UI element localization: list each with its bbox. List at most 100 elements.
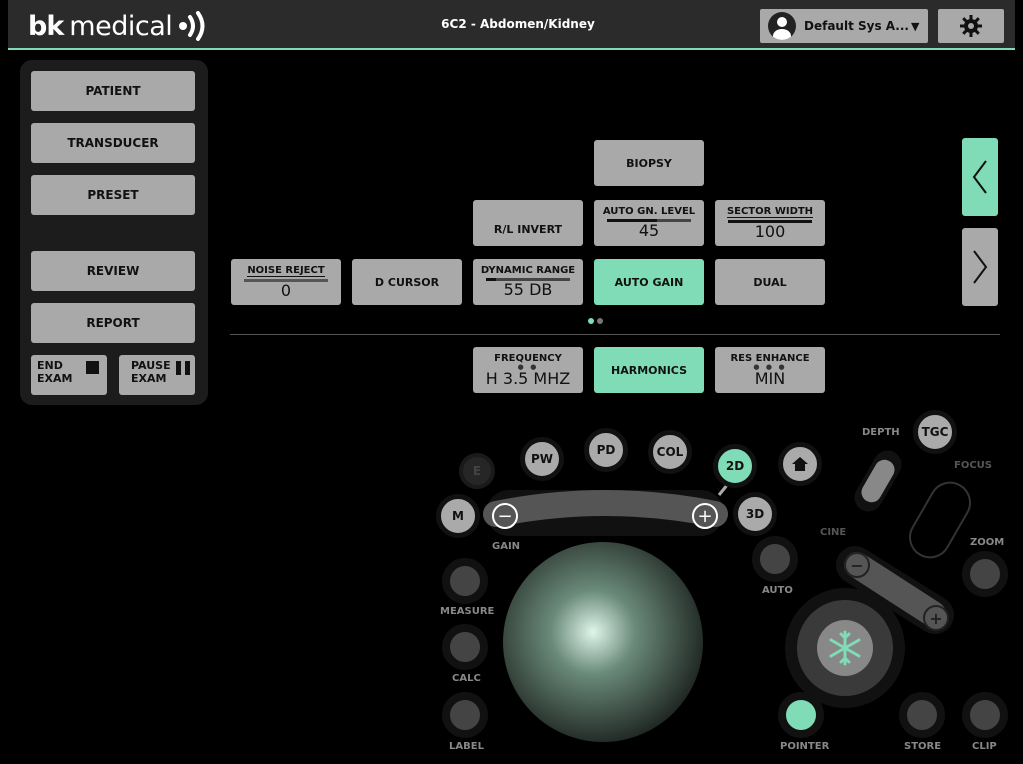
measure-button[interactable]: [442, 558, 488, 604]
rl-invert-label: R/L INVERT: [493, 222, 563, 236]
harmonics-label: HARMONICS: [611, 363, 687, 377]
pointer-button[interactable]: [778, 692, 824, 738]
zoom-label: ZOOM: [970, 537, 1005, 548]
gain-label: GAIN: [492, 541, 521, 552]
zoom-button[interactable]: [962, 551, 1008, 597]
noise-reject-bar: [244, 278, 328, 282]
clip-button[interactable]: [962, 692, 1008, 738]
main-panel: BIOPSY R/L INVERT AUTO GN. LEVEL 45 SECT…: [218, 60, 1013, 405]
biopsy-button[interactable]: BIOPSY: [594, 140, 704, 186]
calc-label: CALC: [452, 673, 481, 684]
user-avatar-icon: [768, 12, 796, 40]
e-button[interactable]: E: [459, 453, 495, 489]
auto-gain-label: AUTO GAIN: [614, 275, 684, 289]
sector-width-label: SECTOR WIDTH: [726, 205, 814, 218]
auto-gain-level-fill: [607, 219, 658, 222]
focus-control[interactable]: [925, 485, 959, 555]
res-enhance-label: RES ENHANCE: [730, 352, 810, 364]
dynamic-range-fill: [486, 278, 497, 281]
pw-button[interactable]: PW: [520, 437, 564, 481]
cine-label: CINE: [820, 527, 847, 538]
control-surface: E PW PD COL 2D M 3D TGC − + − + DEPTH FO…: [0, 410, 1023, 764]
chevron-right-icon: [973, 250, 988, 284]
cine-slider[interactable]: [852, 558, 942, 620]
noise-reject-control[interactable]: NOISE REJECT 0: [231, 259, 341, 305]
dual-button[interactable]: DUAL: [715, 259, 825, 305]
sector-width-bar: [728, 219, 812, 223]
sound-waves-icon: [179, 11, 205, 41]
m-button[interactable]: M: [436, 494, 480, 538]
auto-gain-level-bar: [607, 219, 691, 222]
chevron-left-icon: [972, 160, 987, 194]
pointer-label: POINTER: [780, 741, 830, 752]
d-cursor-label: D CURSOR: [374, 275, 440, 289]
clip-label: CLIP: [972, 741, 997, 752]
snowflake-icon: [829, 630, 861, 666]
d-cursor-button[interactable]: D CURSOR: [352, 259, 462, 305]
noise-reject-label: NOISE REJECT: [247, 264, 325, 277]
depth-label: DEPTH: [862, 427, 900, 438]
focus-label: FOCUS: [954, 460, 992, 471]
store-button[interactable]: [899, 692, 945, 738]
gain-minus-button[interactable]: −: [492, 503, 518, 529]
review-button[interactable]: REVIEW: [31, 251, 195, 291]
harmonics-button[interactable]: HARMONICS: [594, 347, 704, 393]
pause-icon: [176, 361, 190, 375]
divider: [230, 334, 1000, 335]
dynamic-range-label: DYNAMIC RANGE: [480, 265, 576, 276]
2d-button[interactable]: 2D: [713, 444, 757, 488]
gain-plus-button[interactable]: +: [692, 503, 718, 529]
frequency-label: FREQUENCY: [494, 352, 562, 364]
res-enhance-control[interactable]: RES ENHANCE ● ● ● MIN: [715, 347, 825, 393]
biopsy-label: BIOPSY: [626, 156, 672, 170]
trackball[interactable]: [501, 540, 705, 744]
res-enhance-value: MIN: [754, 368, 786, 388]
brand-logo: bk medical: [28, 9, 212, 43]
gear-icon: [960, 15, 982, 37]
user-menu[interactable]: Default Sys A... ▼: [760, 9, 928, 43]
calc-button[interactable]: [442, 624, 488, 670]
auto-gain-button[interactable]: AUTO GAIN: [594, 259, 704, 305]
auto-gain-level-label: AUTO GN. LEVEL: [602, 206, 696, 217]
sector-width-value: 100: [754, 221, 786, 241]
page-indicator-active[interactable]: [588, 318, 594, 324]
home-button[interactable]: [778, 442, 822, 486]
stop-icon: [86, 361, 99, 374]
page-title: 6C2 - Abdomen/Kidney: [441, 17, 595, 31]
next-page-button[interactable]: [962, 228, 998, 306]
frequency-control[interactable]: FREQUENCY ● ● H 3.5 MHZ: [473, 347, 583, 393]
left-panel: PATIENT TRANSDUCER PRESET REVIEW REPORT …: [20, 60, 208, 405]
pause-exam-button[interactable]: PAUSE EXAM: [119, 355, 195, 395]
auto-button[interactable]: [752, 536, 798, 582]
dynamic-range-value: 55 DB: [503, 280, 553, 299]
measure-label: MEASURE: [440, 606, 495, 617]
preset-button[interactable]: PRESET: [31, 175, 195, 215]
user-name: Default Sys A...: [804, 19, 909, 33]
rl-invert-button[interactable]: R/L INVERT: [473, 200, 583, 246]
dynamic-range-bar: [486, 278, 570, 281]
store-label: STORE: [904, 741, 942, 752]
depth-control[interactable]: [861, 456, 901, 510]
col-button[interactable]: COL: [648, 430, 692, 474]
pd-button[interactable]: PD: [584, 428, 628, 472]
prev-page-button[interactable]: [962, 138, 998, 216]
label-button[interactable]: [442, 692, 488, 738]
patient-button[interactable]: PATIENT: [31, 71, 195, 111]
freeze-button[interactable]: [817, 620, 873, 676]
report-button[interactable]: REPORT: [31, 303, 195, 343]
auto-gain-level-control[interactable]: AUTO GN. LEVEL 45: [594, 200, 704, 246]
dual-label: DUAL: [753, 275, 787, 289]
transducer-button[interactable]: TRANSDUCER: [31, 123, 195, 163]
page-indicator[interactable]: [597, 318, 603, 324]
3d-button[interactable]: 3D: [733, 492, 777, 536]
tgc-button[interactable]: TGC: [913, 410, 957, 454]
dynamic-range-control[interactable]: DYNAMIC RANGE 55 DB: [473, 259, 583, 305]
auto-gain-level-value: 45: [638, 221, 660, 240]
end-exam-button[interactable]: END EXAM: [31, 355, 107, 395]
sector-width-control[interactable]: SECTOR WIDTH 100: [715, 200, 825, 246]
noise-reject-value: 0: [280, 280, 292, 300]
settings-button[interactable]: [938, 9, 1004, 43]
brand-medical: medical: [69, 10, 173, 42]
label-label: LABEL: [449, 741, 484, 752]
top-bar: bk medical 6C2 - Abdomen/Kidney Default …: [8, 0, 1015, 50]
